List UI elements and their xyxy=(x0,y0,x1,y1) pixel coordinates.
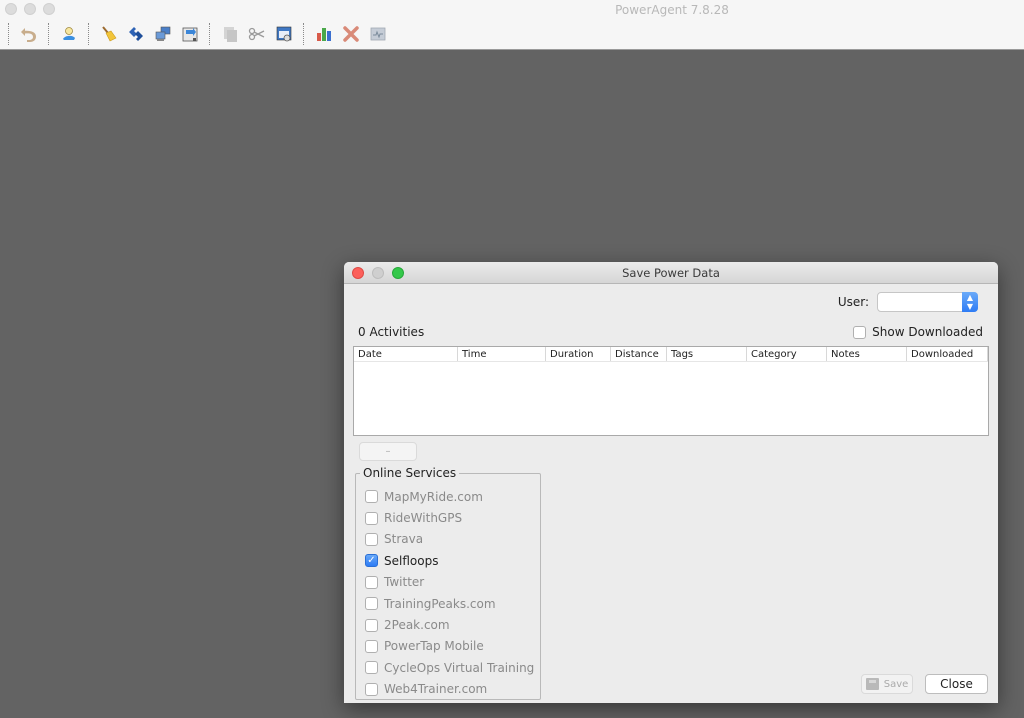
column-header-category[interactable]: Category xyxy=(747,347,827,361)
transfer-icon xyxy=(128,27,143,41)
checkbox-unchecked[interactable] xyxy=(365,511,378,525)
user-profile-icon xyxy=(62,27,75,40)
save-power-data-dialog: Save Power Data User: ▲ ▼ 0 Activities Sh… xyxy=(344,262,998,703)
service-label: RideWithGPS xyxy=(384,511,463,526)
transfer-button[interactable] xyxy=(125,23,147,45)
computers-icon xyxy=(155,26,170,41)
dialog-title: Save Power Data xyxy=(622,266,720,280)
toolbar-separator xyxy=(8,23,9,45)
save-button-label: Save xyxy=(883,678,909,690)
service-item-twitter[interactable]: Twitter xyxy=(365,572,534,593)
copy-button[interactable] xyxy=(219,23,241,45)
copy-icon xyxy=(223,27,237,42)
checkbox-unchecked[interactable] xyxy=(365,575,378,589)
column-header-time[interactable]: Time xyxy=(458,347,546,361)
dialog-minimize-button[interactable] xyxy=(372,267,384,279)
window-button[interactable] xyxy=(273,23,295,45)
user-label: User: xyxy=(837,295,869,309)
service-label: Selfloops xyxy=(384,553,439,568)
delete-button[interactable] xyxy=(340,23,362,45)
checkmark-icon: ✓ xyxy=(367,554,376,566)
checkbox-unchecked[interactable] xyxy=(365,639,378,653)
dialog-zoom-button[interactable] xyxy=(392,267,404,279)
checkbox-unchecked[interactable] xyxy=(365,490,378,504)
broom-icon xyxy=(101,26,116,42)
graph-icon xyxy=(370,27,385,41)
clear-button[interactable] xyxy=(98,23,120,45)
toolbar-separator xyxy=(209,23,210,45)
updown-chevron-icon: ▲ ▼ xyxy=(962,292,978,312)
activities-table[interactable]: Date Time Duration Distance Tags Categor… xyxy=(353,346,989,436)
dialog-titlebar: Save Power Data xyxy=(344,262,998,284)
service-label: 2Peak.com xyxy=(384,618,450,633)
delete-icon xyxy=(342,26,359,42)
dialog-window-controls xyxy=(352,267,404,279)
cut-button[interactable] xyxy=(246,23,268,45)
service-item-selfloops[interactable]: ✓ Selfloops xyxy=(365,550,534,571)
service-label: Web4Trainer.com xyxy=(384,682,488,697)
show-downloaded-label: Show Downloaded xyxy=(872,325,983,339)
service-label: Strava xyxy=(384,532,424,547)
column-header-distance[interactable]: Distance xyxy=(611,347,667,361)
devices-button[interactable] xyxy=(152,23,174,45)
toolbar-separator xyxy=(48,23,49,45)
online-services-group: Online Services MapMyRide.com RideWithGPS… xyxy=(355,466,541,700)
user-row: User: ▲ ▼ xyxy=(838,292,978,312)
floppy-disk-icon xyxy=(865,678,879,690)
column-header-downloaded[interactable]: Downloaded xyxy=(907,347,988,361)
service-label: MapMyRide.com xyxy=(384,489,483,504)
table-header: Date Time Duration Distance Tags Categor… xyxy=(354,347,988,362)
checkbox-checked[interactable]: ✓ xyxy=(365,554,378,568)
chart-button[interactable] xyxy=(313,23,335,45)
service-label: Twitter xyxy=(384,575,425,590)
online-services-legend: Online Services xyxy=(360,466,460,480)
download-icon xyxy=(182,27,197,42)
online-services-list: MapMyRide.com RideWithGPS Strava ✓ Selfloops… xyxy=(365,486,534,700)
column-header-duration[interactable]: Duration xyxy=(546,347,611,361)
user-profile-button[interactable] xyxy=(58,23,80,45)
checkbox-box[interactable] xyxy=(853,325,867,339)
service-label: CycleOps Virtual Training xyxy=(384,660,535,675)
checkbox-unchecked[interactable] xyxy=(365,532,378,546)
checkbox-unchecked[interactable] xyxy=(365,682,378,696)
remove-activity-button[interactable]: – xyxy=(359,442,417,461)
service-item-strava[interactable]: Strava xyxy=(365,529,534,550)
checkbox-unchecked[interactable] xyxy=(365,661,378,675)
toolbar-separator xyxy=(303,23,304,45)
toolbar xyxy=(2,22,391,46)
column-header-date[interactable]: Date xyxy=(354,347,458,361)
bar-chart-icon xyxy=(316,28,331,41)
column-header-notes[interactable]: Notes xyxy=(827,347,907,361)
toolbar-separator xyxy=(88,23,89,45)
download-button[interactable] xyxy=(179,23,201,45)
service-item-powertap-mobile[interactable]: PowerTap Mobile xyxy=(365,636,534,657)
dialog-close-button[interactable] xyxy=(352,267,364,279)
save-button[interactable]: Save xyxy=(861,674,913,694)
service-label: TrainingPeaks.com xyxy=(384,596,496,611)
service-item-cycleops-virtual-training[interactable]: CycleOps Virtual Training xyxy=(365,657,534,678)
undo-icon xyxy=(20,28,36,42)
checkbox-unchecked[interactable] xyxy=(365,618,378,632)
service-item-trainingpeaks-com[interactable]: TrainingPeaks.com xyxy=(365,593,534,614)
activities-count: 0 Activities xyxy=(358,325,425,339)
service-item-mapmyride-com[interactable]: MapMyRide.com xyxy=(365,486,534,507)
window-icon xyxy=(276,26,291,42)
service-item-2peak-com[interactable]: 2Peak.com xyxy=(365,614,534,635)
app-title: PowerAgent 7.8.28 xyxy=(615,3,729,17)
user-select[interactable]: ▲ ▼ xyxy=(877,292,978,312)
close-button[interactable]: Close xyxy=(925,674,988,694)
app-window-titlebar: PowerAgent 7.8.28 xyxy=(0,0,1024,50)
service-label: PowerTap Mobile xyxy=(384,639,484,654)
service-item-ridewithgps[interactable]: RideWithGPS xyxy=(365,507,534,528)
show-downloaded-checkbox[interactable]: Show Downloaded xyxy=(853,325,983,339)
column-header-tags[interactable]: Tags xyxy=(667,347,747,361)
undo-button[interactable] xyxy=(18,23,40,45)
checkbox-unchecked[interactable] xyxy=(365,597,378,611)
service-item-web4trainer-com[interactable]: Web4Trainer.com xyxy=(365,679,534,700)
graph-button[interactable] xyxy=(367,23,389,45)
scissors-icon xyxy=(248,27,264,41)
